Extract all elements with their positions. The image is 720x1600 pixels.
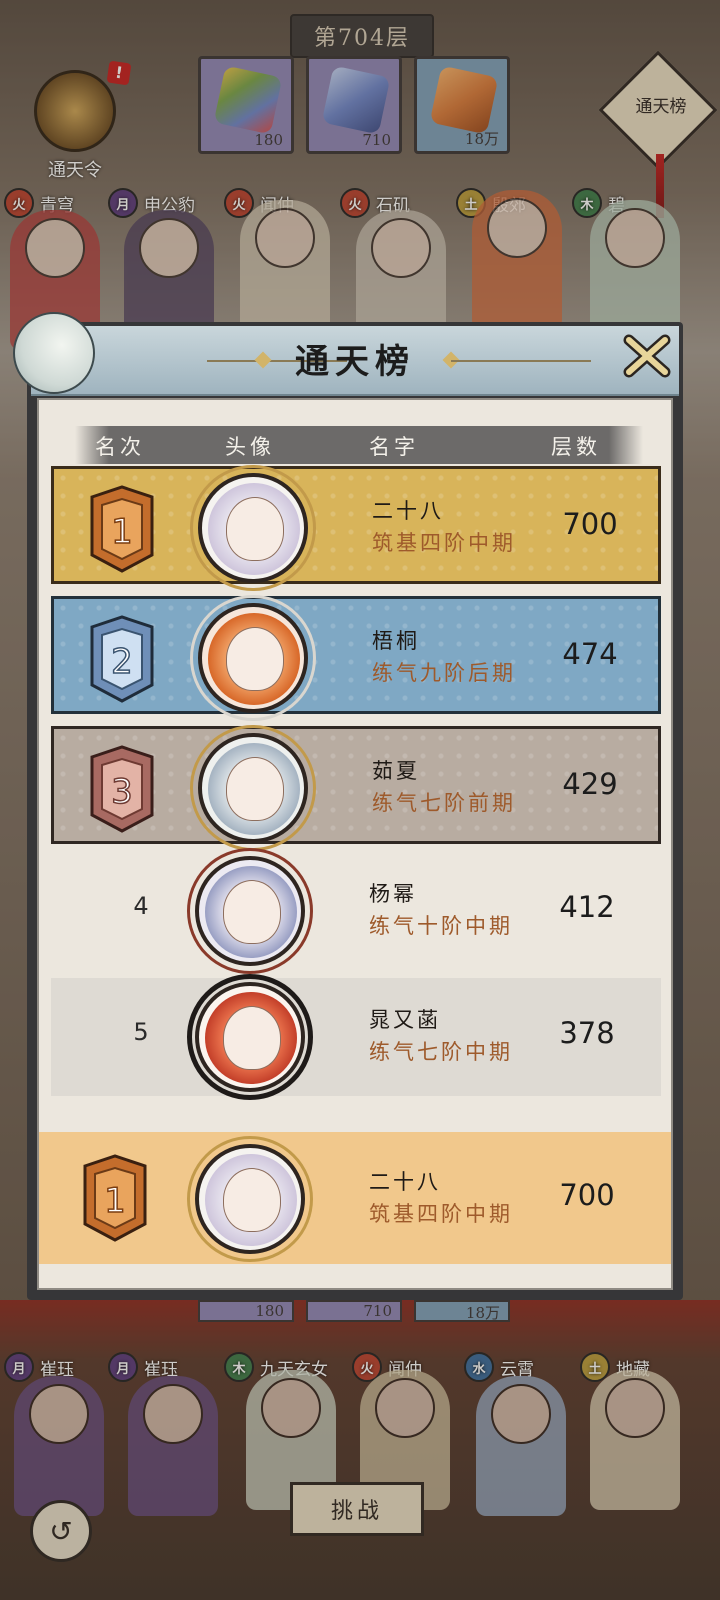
player-name: 晁又菡 [369, 1008, 441, 1032]
own-rank-row[interactable]: 1 二十八 筑基四阶中期 700 [39, 1132, 671, 1264]
player-avatar[interactable] [198, 603, 308, 713]
floor-count: 429 [562, 767, 618, 801]
player-name: 二十八 [369, 1170, 441, 1194]
dialog-header: 通天榜 [31, 326, 679, 396]
leaderboard-row[interactable]: 2 梧桐 练气九阶后期 474 [51, 595, 661, 721]
player-avatar[interactable] [195, 856, 305, 966]
player-realm: 练气七阶前期 [372, 791, 516, 815]
moon-ornament [13, 312, 95, 394]
dialog-title: 通天榜 [295, 342, 415, 382]
close-button[interactable] [621, 330, 673, 382]
floor-count: 378 [559, 1016, 615, 1050]
column-avatar: 头像 [225, 435, 275, 459]
player-avatar[interactable] [198, 733, 308, 843]
bronze-rank-badge-icon: 3 [90, 745, 154, 833]
column-header-bar: 名次 头像 名字 层数 [75, 426, 643, 464]
gold-rank-badge-icon: 1 [83, 1154, 147, 1242]
floor-count: 700 [562, 507, 618, 541]
player-realm: 筑基四阶中期 [372, 531, 516, 555]
floor-count: 412 [559, 890, 615, 924]
leaderboard-row[interactable]: 4 杨幂 练气十阶中期 412 [51, 848, 661, 974]
rank-number: 4 [133, 892, 149, 920]
player-name: 梧桐 [372, 629, 420, 653]
player-realm: 练气十阶中期 [369, 914, 513, 938]
player-name: 二十八 [372, 499, 444, 523]
gold-rank-badge-icon: 1 [90, 485, 154, 573]
column-name: 名字 [369, 435, 419, 459]
player-name: 茹夏 [372, 759, 420, 783]
floor-count: 474 [562, 637, 618, 671]
player-realm: 筑基四阶中期 [369, 1202, 513, 1226]
svg-text:1: 1 [111, 512, 133, 552]
leaderboard-row[interactable]: 3 茹夏 练气七阶前期 429 [51, 725, 661, 851]
svg-text:2: 2 [111, 642, 133, 682]
leaderboard-dialog: 通天榜 名次 头像 名字 层数 1 二十八 筑基四阶中期 700 2 梧桐 练气… [13, 312, 683, 1300]
player-avatar[interactable] [195, 982, 305, 1092]
leaderboard-row[interactable]: 1 二十八 筑基四阶中期 700 [51, 465, 661, 591]
leaderboard-row[interactable]: 5 晁又菡 练气七阶中期 378 [51, 974, 661, 1100]
player-name: 杨幂 [369, 882, 417, 906]
svg-text:1: 1 [104, 1181, 126, 1221]
leaderboard-body: 名次 头像 名字 层数 1 二十八 筑基四阶中期 700 2 梧桐 练气九阶后期… [37, 398, 673, 1290]
player-realm: 练气七阶中期 [369, 1040, 513, 1064]
svg-text:3: 3 [111, 772, 133, 812]
silver-rank-badge-icon: 2 [90, 615, 154, 703]
column-rank: 名次 [95, 435, 145, 459]
player-realm: 练气九阶后期 [372, 661, 516, 685]
close-icon [623, 334, 671, 378]
floor-count: 700 [559, 1178, 615, 1212]
player-avatar[interactable] [195, 1144, 305, 1254]
column-floors: 层数 [551, 435, 601, 459]
player-avatar[interactable] [198, 473, 308, 583]
rank-number: 5 [133, 1018, 149, 1046]
